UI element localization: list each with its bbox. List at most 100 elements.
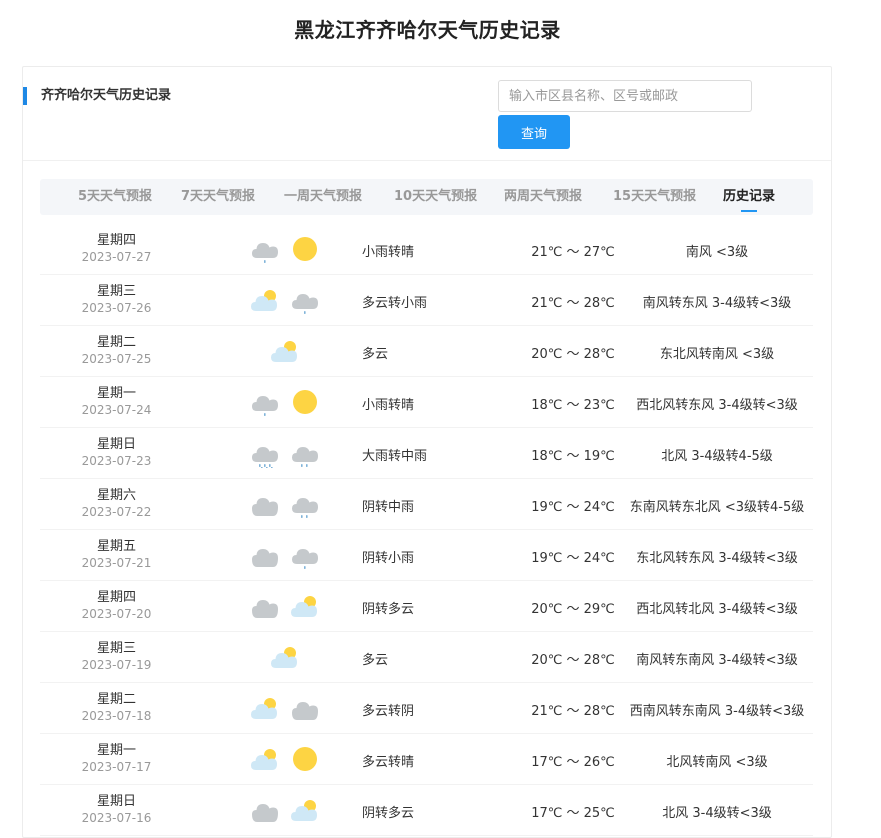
light-rain-icon	[292, 294, 318, 314]
forecast-tabs: 5天天气预报 7天天气预报 一周天气预报 10天天气预报 两周天气预报 15天天…	[40, 179, 813, 215]
wind: 东北风转南风 <3级	[659, 347, 775, 362]
history-row: 星期四 2023-07-20 阴转多云 20℃ ～ 29℃ 西北风转北风 3-4…	[40, 581, 813, 632]
day-cell: 星期三 2023-07-19	[40, 640, 193, 673]
weather-icons	[220, 581, 350, 631]
weekday: 星期日	[96, 437, 136, 452]
weather-desc: 阴转小雨	[362, 551, 415, 566]
moderate-rain-icon	[292, 498, 318, 518]
date: 2023-07-21	[81, 556, 152, 570]
weather-desc: 多云转晴	[362, 755, 415, 770]
tab-10day[interactable]: 10天天气预报	[394, 179, 477, 215]
weather-desc: 小雨转晴	[362, 398, 415, 413]
weather-icons	[220, 479, 350, 529]
weather-desc: 大雨转中雨	[362, 449, 428, 464]
date: 2023-07-25	[81, 352, 152, 366]
day-cell: 星期一 2023-07-24	[40, 385, 193, 418]
tab-2week[interactable]: 两周天气预报	[504, 179, 582, 215]
sunny-icon	[293, 237, 317, 261]
day-cell: 星期四 2023-07-20	[40, 589, 193, 622]
history-row: 星期四 2023-07-27 小雨转晴 21℃ ～ 27℃ 南风 <3级	[40, 224, 813, 275]
query-button[interactable]: 查询	[498, 115, 570, 149]
weekday: 星期三	[96, 284, 136, 299]
partly-cloudy-icon	[251, 749, 277, 770]
wind: 西南风转东南风 3-4级转<3级	[629, 704, 805, 719]
weekday: 星期二	[96, 692, 136, 707]
wind: 东南风转东北风 <3级转4-5级	[629, 500, 805, 515]
date: 2023-07-18	[81, 709, 152, 723]
weekday: 星期六	[96, 488, 136, 503]
sunny-icon	[293, 747, 317, 771]
partly-cloudy-icon	[251, 290, 277, 311]
history-list: 星期四 2023-07-27 小雨转晴 21℃ ～ 27℃ 南风 <3级 星期三…	[40, 224, 813, 836]
moderate-rain-icon	[292, 447, 318, 467]
weather-icons	[220, 632, 350, 682]
date: 2023-07-26	[81, 301, 152, 315]
history-row: 星期三 2023-07-26 多云转小雨 21℃ ～ 28℃ 南风转东风 3-4…	[40, 275, 813, 326]
weather-desc: 小雨转晴	[362, 245, 415, 260]
day-cell: 星期六 2023-07-22	[40, 487, 193, 520]
card-header: 齐齐哈尔天气历史记录 查询	[23, 67, 831, 161]
weather-icons	[220, 785, 350, 835]
tab-7day[interactable]: 7天天气预报	[181, 179, 255, 215]
date: 2023-07-24	[81, 403, 152, 417]
weather-desc: 多云	[362, 653, 389, 668]
weekday: 星期一	[96, 386, 136, 401]
day-cell: 星期二 2023-07-25	[40, 334, 193, 367]
overcast-icon	[252, 600, 278, 618]
day-cell: 星期一 2023-07-17	[40, 742, 193, 775]
overcast-icon	[292, 702, 318, 720]
wind: 北风 3-4级转<3级	[662, 806, 772, 821]
weekday: 星期五	[96, 539, 136, 554]
day-cell: 星期三 2023-07-26	[40, 283, 193, 316]
day-cell: 星期日 2023-07-16	[40, 793, 193, 826]
wind: 南风转东风 3-4级转<3级	[642, 296, 792, 311]
weather-icons	[220, 683, 350, 733]
date: 2023-07-22	[81, 505, 152, 519]
weekday: 星期一	[96, 743, 136, 758]
history-row: 星期五 2023-07-21 阴转小雨 19℃ ～ 24℃ 东北风转东风 3-4…	[40, 530, 813, 581]
history-row: 星期一 2023-07-24 小雨转晴 18℃ ～ 23℃ 西北风转东风 3-4…	[40, 377, 813, 428]
date: 2023-07-23	[81, 454, 152, 468]
weekday: 星期日	[96, 794, 136, 809]
weather-icons	[220, 326, 350, 376]
overcast-icon	[252, 549, 278, 567]
history-row: 星期二 2023-07-25 多云 20℃ ～ 28℃ 东北风转南风 <3级	[40, 326, 813, 377]
weather-icons	[220, 530, 350, 580]
overcast-icon	[252, 498, 278, 516]
weekday: 星期二	[96, 335, 136, 350]
section-title: 齐齐哈尔天气历史记录	[23, 87, 171, 105]
partly-cloudy-icon	[251, 698, 277, 719]
tab-history[interactable]: 历史记录	[723, 179, 775, 215]
wind: 北风转南风 <3级	[666, 755, 768, 770]
weather-desc: 阴转多云	[362, 602, 415, 617]
partly-cloudy-icon	[291, 800, 317, 821]
partly-cloudy-icon	[271, 341, 297, 362]
wind: 南风转东南风 3-4级转<3级	[636, 653, 798, 668]
weather-desc: 多云	[362, 347, 389, 362]
date: 2023-07-17	[81, 760, 152, 774]
history-row: 星期二 2023-07-18 多云转阴 21℃ ～ 28℃ 西南风转东南风 3-…	[40, 683, 813, 734]
light-rain-icon	[252, 396, 278, 416]
search-input[interactable]	[498, 80, 752, 112]
day-cell: 星期四 2023-07-27	[40, 232, 193, 265]
wind: 南风 <3级	[685, 245, 749, 260]
weekday: 星期三	[96, 641, 136, 656]
tab-15day[interactable]: 15天天气预报	[613, 179, 696, 215]
weather-desc: 阴转中雨	[362, 500, 415, 515]
date: 2023-07-19	[81, 658, 152, 672]
tab-5day[interactable]: 5天天气预报	[78, 179, 152, 215]
date: 2023-07-20	[81, 607, 152, 621]
tab-week[interactable]: 一周天气预报	[284, 179, 362, 215]
history-row: 星期一 2023-07-17 多云转晴 17℃ ～ 26℃ 北风转南风 <3级	[40, 734, 813, 785]
wind: 西北风转北风 3-4级转<3级	[636, 602, 798, 617]
weather-icons	[220, 428, 350, 478]
day-cell: 星期五 2023-07-21	[40, 538, 193, 571]
wind: 东北风转东风 3-4级转<3级	[636, 551, 798, 566]
history-row: 星期三 2023-07-19 多云 20℃ ～ 28℃ 南风转东南风 3-4级转…	[40, 632, 813, 683]
weather-icons	[220, 734, 350, 784]
weather-icons	[220, 275, 350, 325]
history-row: 星期六 2023-07-22 阴转中雨 19℃ ～ 24℃ 东南风转东北风 <3…	[40, 479, 813, 530]
weekday: 星期四	[96, 233, 136, 248]
light-rain-icon	[252, 243, 278, 263]
history-row: 星期日 2023-07-23 大雨转中雨 18℃ ～ 19℃ 北风 3-4级转4…	[40, 428, 813, 479]
